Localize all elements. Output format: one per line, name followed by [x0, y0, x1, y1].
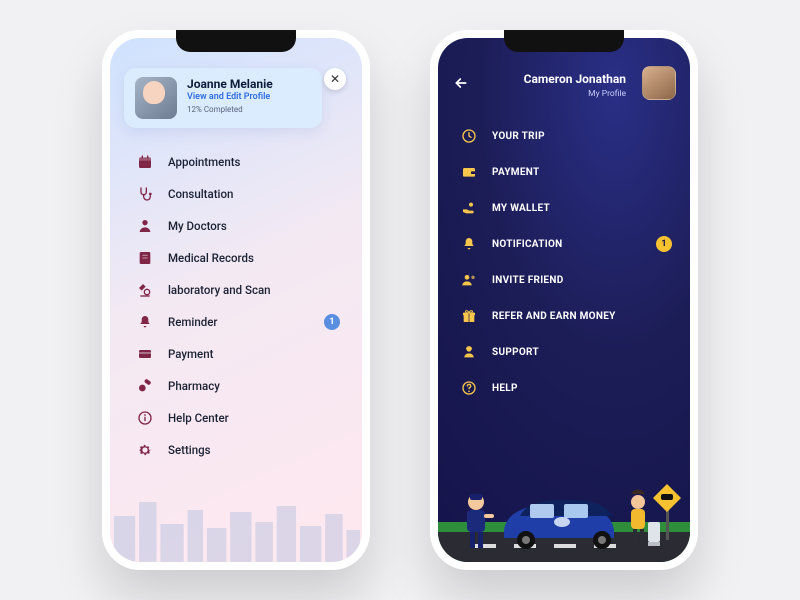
- menuB-item-clock[interactable]: YOUR TRIP: [460, 118, 672, 154]
- hand-coin-icon: [460, 199, 478, 217]
- phone-medical: ✕ Joanne Melanie View and Edit Profile 1…: [102, 30, 370, 570]
- gift-icon: [460, 307, 478, 325]
- stethoscope-icon: [136, 185, 154, 203]
- menuA-item-calendar[interactable]: Appointments: [136, 146, 346, 177]
- menu-item-label: MY WALLET: [492, 203, 550, 214]
- menu-item-label: Payment: [168, 347, 213, 361]
- profile-name: Cameron Jonathan: [524, 72, 626, 86]
- menuB-item-wallet[interactable]: PAYMENT: [460, 154, 672, 190]
- wallet-icon: [460, 163, 478, 181]
- doctor-icon: [136, 217, 154, 235]
- menu-item-label: Reminder: [168, 315, 217, 329]
- menu-item-label: YOUR TRIP: [492, 131, 545, 142]
- support-icon: [460, 343, 478, 361]
- menu-item-label: Pharmacy: [168, 379, 220, 393]
- menu-item-label: INVITE FRIEND: [492, 275, 564, 286]
- menu-item-label: Medical Records: [168, 251, 254, 265]
- menuA-item-microscope[interactable]: laboratory and Scan: [136, 274, 346, 305]
- menu-taxi: YOUR TRIP PAYMENT MY WALLET NOTIFICATION 1 IN…: [460, 118, 672, 406]
- menu-item-label: My Doctors: [168, 219, 227, 233]
- profile-card[interactable]: Joanne Melanie View and Edit Profile 12%…: [124, 68, 322, 128]
- screen-medical: ✕ Joanne Melanie View and Edit Profile 1…: [110, 38, 362, 562]
- menu-item-label: REFER AND EARN MONEY: [492, 311, 616, 322]
- help-icon: [460, 379, 478, 397]
- menuB-item-hand-coin[interactable]: MY WALLET: [460, 190, 672, 226]
- profile-subtitle: View and Edit Profile: [187, 92, 273, 102]
- clock-icon: [460, 127, 478, 145]
- close-button[interactable]: ✕: [324, 68, 346, 90]
- friend-icon: [460, 271, 478, 289]
- menu-item-label: PAYMENT: [492, 167, 540, 178]
- phone-notch: [176, 30, 296, 52]
- avatar: [135, 77, 177, 119]
- bell-icon: [460, 235, 478, 253]
- menuB-item-bell[interactable]: NOTIFICATION 1: [460, 226, 672, 262]
- records-icon: [136, 249, 154, 267]
- info-icon: [136, 409, 154, 427]
- pills-icon: [136, 377, 154, 395]
- avatar[interactable]: [642, 66, 676, 100]
- menu-item-label: Consultation: [168, 187, 233, 201]
- menu-item-label: HELP: [492, 383, 518, 394]
- profile-name: Joanne Melanie: [187, 77, 273, 91]
- profile-subtitle: My Profile: [480, 89, 626, 99]
- menuA-item-stethoscope[interactable]: Consultation: [136, 178, 346, 209]
- menu-item-label: NOTIFICATION: [492, 239, 563, 250]
- calendar-icon: [136, 153, 154, 171]
- menuB-item-friend[interactable]: INVITE FRIEND: [460, 262, 672, 298]
- menuA-item-card[interactable]: Payment: [136, 338, 346, 369]
- menuA-item-doctor[interactable]: My Doctors: [136, 210, 346, 241]
- profile-text: Joanne Melanie View and Edit Profile 12%…: [187, 77, 273, 114]
- microscope-icon: [136, 281, 154, 299]
- skyline-illustration: [110, 482, 362, 562]
- menu-item-label: Help Center: [168, 411, 229, 425]
- taxi-illustration: [438, 444, 690, 562]
- menuA-item-pills[interactable]: Pharmacy: [136, 370, 346, 401]
- phone-taxi: Cameron Jonathan My Profile YOUR TRIP PAY…: [430, 30, 698, 570]
- menu-item-label: SUPPORT: [492, 347, 539, 358]
- menuA-item-bell[interactable]: Reminder 1: [136, 306, 346, 337]
- arrow-left-icon: [453, 75, 469, 91]
- screen-taxi: Cameron Jonathan My Profile YOUR TRIP PAY…: [438, 38, 690, 562]
- gear-icon: [136, 441, 154, 459]
- profile-progress: 12% Completed: [187, 105, 273, 114]
- menuA-item-records[interactable]: Medical Records: [136, 242, 346, 273]
- menu-item-label: laboratory and Scan: [168, 283, 271, 297]
- menu-item-label: Appointments: [168, 155, 240, 169]
- header: Cameron Jonathan My Profile: [452, 66, 676, 100]
- phone-notch: [504, 30, 624, 52]
- menuB-item-support[interactable]: SUPPORT: [460, 334, 672, 370]
- card-icon: [136, 345, 154, 363]
- menu-item-label: Settings: [168, 443, 211, 457]
- menuA-item-info[interactable]: Help Center: [136, 402, 346, 433]
- menuB-item-help[interactable]: HELP: [460, 370, 672, 406]
- bell-icon: [136, 313, 154, 331]
- notification-badge: 1: [656, 236, 672, 252]
- close-icon: ✕: [330, 72, 340, 86]
- back-button[interactable]: [452, 74, 470, 92]
- menu-medical: Appointments Consultation My Doctors Medica…: [136, 146, 346, 465]
- menuB-item-gift[interactable]: REFER AND EARN MONEY: [460, 298, 672, 334]
- menuA-item-gear[interactable]: Settings: [136, 434, 346, 465]
- notification-badge: 1: [324, 314, 340, 330]
